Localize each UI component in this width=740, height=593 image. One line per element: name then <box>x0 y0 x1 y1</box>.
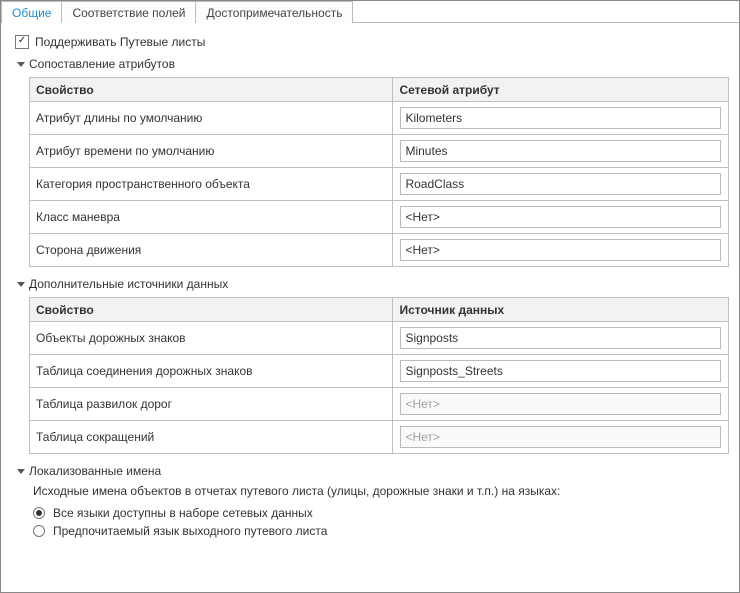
tab-field-mapping[interactable]: Соответствие полей <box>61 1 196 23</box>
attr-value[interactable]: RoadClass <box>400 173 721 195</box>
tab-content: Поддерживать Путевые листы Сопоставление… <box>1 23 739 592</box>
radio-preferred-language-label: Предпочитаемый язык выходного путевого л… <box>53 524 327 538</box>
support-directions-label: Поддерживать Путевые листы <box>35 35 205 49</box>
section-attribute-mapping-title: Сопоставление атрибутов <box>29 57 175 71</box>
ds-value[interactable]: Signposts_Streets <box>400 360 721 382</box>
ds-col-value: Источник данных <box>393 298 729 322</box>
radio-all-languages-label: Все языки доступны в наборе сетевых данн… <box>53 506 313 520</box>
radio-all-languages-row[interactable]: Все языки доступны в наборе сетевых данн… <box>33 506 729 520</box>
ds-value-cell[interactable]: Signposts <box>393 322 729 355</box>
attr-property: Категория пространственного объекта <box>30 168 393 201</box>
attr-property: Атрибут времени по умолчанию <box>30 135 393 168</box>
radio-preferred-language-row[interactable]: Предпочитаемый язык выходного путевого л… <box>33 524 729 538</box>
chevron-down-icon <box>17 282 25 287</box>
table-row: Атрибут длины по умолчанию Kilometers <box>30 102 729 135</box>
section-localized-names: Локализованные имена Исходные имена объе… <box>29 464 729 538</box>
section-localized-names-header[interactable]: Локализованные имена <box>17 464 729 478</box>
attr-col-property: Свойство <box>30 78 393 102</box>
ds-value-cell[interactable]: <Нет> <box>393 421 729 454</box>
ds-value[interactable]: Signposts <box>400 327 721 349</box>
table-row: Класс маневра <Нет> <box>30 201 729 234</box>
data-sources-table: Свойство Источник данных Объекты дорожны… <box>29 297 729 454</box>
section-data-sources-header[interactable]: Дополнительные источники данных <box>17 277 729 291</box>
ds-value[interactable]: <Нет> <box>400 393 721 415</box>
attr-col-value: Сетевой атрибут <box>393 78 729 102</box>
table-row: Таблица сокращений <Нет> <box>30 421 729 454</box>
support-directions-row[interactable]: Поддерживать Путевые листы <box>15 35 729 49</box>
section-attribute-mapping: Сопоставление атрибутов Свойство Сетевой… <box>29 57 729 267</box>
table-row: Таблица соединения дорожных знаков Signpo… <box>30 355 729 388</box>
ds-property: Таблица развилок дорог <box>30 388 393 421</box>
table-row: Таблица развилок дорог <Нет> <box>30 388 729 421</box>
tab-field-mapping-label: Соответствие полей <box>72 6 185 20</box>
ds-value-cell[interactable]: Signposts_Streets <box>393 355 729 388</box>
ds-value[interactable]: <Нет> <box>400 426 721 448</box>
tab-bar: Общие Соответствие полей Достопримечател… <box>1 1 739 23</box>
attr-value-cell[interactable]: Minutes <box>393 135 729 168</box>
section-data-sources: Дополнительные источники данных Свойство… <box>29 277 729 454</box>
attr-value[interactable]: Kilometers <box>400 107 721 129</box>
ds-property: Таблица соединения дорожных знаков <box>30 355 393 388</box>
attr-property: Атрибут длины по умолчанию <box>30 102 393 135</box>
table-row: Объекты дорожных знаков Signposts <box>30 322 729 355</box>
attr-value[interactable]: <Нет> <box>400 206 721 228</box>
tab-general-label: Общие <box>12 6 51 20</box>
table-row: Категория пространственного объекта RoadC… <box>30 168 729 201</box>
attr-value[interactable]: Minutes <box>400 140 721 162</box>
radio-preferred-language[interactable] <box>33 525 45 537</box>
section-localized-names-title: Локализованные имена <box>29 464 161 478</box>
attr-value-cell[interactable]: Kilometers <box>393 102 729 135</box>
localized-description: Исходные имена объектов в отчетах путево… <box>33 484 729 498</box>
section-attribute-mapping-header[interactable]: Сопоставление атрибутов <box>17 57 729 71</box>
ds-property: Объекты дорожных знаков <box>30 322 393 355</box>
tab-landmark-label: Достопримечательность <box>206 6 342 20</box>
attr-property: Класс маневра <box>30 201 393 234</box>
table-row: Атрибут времени по умолчанию Minutes <box>30 135 729 168</box>
chevron-down-icon <box>17 62 25 67</box>
attr-property: Сторона движения <box>30 234 393 267</box>
table-row: Сторона движения <Нет> <box>30 234 729 267</box>
ds-property: Таблица сокращений <box>30 421 393 454</box>
ds-value-cell[interactable]: <Нет> <box>393 388 729 421</box>
tab-general[interactable]: Общие <box>1 1 62 23</box>
attr-value[interactable]: <Нет> <box>400 239 721 261</box>
support-directions-checkbox[interactable] <box>15 35 29 49</box>
dialog-frame: Общие Соответствие полей Достопримечател… <box>0 0 740 593</box>
attr-value-cell[interactable]: RoadClass <box>393 168 729 201</box>
radio-all-languages[interactable] <box>33 507 45 519</box>
attr-value-cell[interactable]: <Нет> <box>393 234 729 267</box>
tab-landmark[interactable]: Достопримечательность <box>195 1 353 23</box>
attr-value-cell[interactable]: <Нет> <box>393 201 729 234</box>
attribute-mapping-table: Свойство Сетевой атрибут Атрибут длины п… <box>29 77 729 267</box>
ds-col-property: Свойство <box>30 298 393 322</box>
chevron-down-icon <box>17 469 25 474</box>
section-data-sources-title: Дополнительные источники данных <box>29 277 228 291</box>
